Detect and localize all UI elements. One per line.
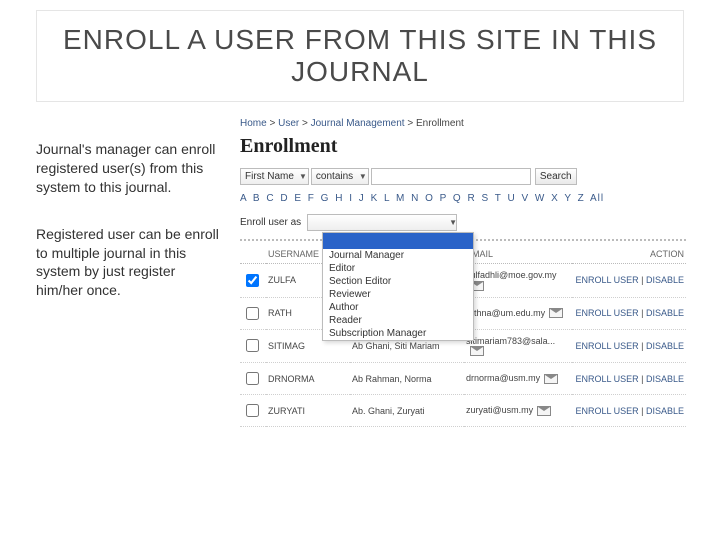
cell-email: drnorma@usm.my xyxy=(464,363,572,395)
mail-icon[interactable] xyxy=(549,308,563,318)
role-option[interactable]: Author xyxy=(323,301,473,314)
row-checkbox[interactable] xyxy=(246,307,259,320)
col-email: EMAIL xyxy=(464,245,572,264)
slide-title: ENROLL A USER FROM THIS SITE IN THIS JOU… xyxy=(37,24,683,88)
enroll-user-link[interactable]: ENROLL USER xyxy=(575,374,638,384)
page-title: Enrollment xyxy=(240,135,686,158)
cell-actions: ENROLL USER | DISABLE xyxy=(572,329,686,363)
cell-actions: ENROLL USER | DISABLE xyxy=(572,264,686,298)
cell-actions: ENROLL USER | DISABLE xyxy=(572,297,686,329)
row-checkbox[interactable] xyxy=(246,274,259,287)
search-input[interactable] xyxy=(371,168,531,185)
role-option-selected-empty[interactable] xyxy=(323,233,473,249)
cell-username: ZURYATI xyxy=(266,395,350,427)
role-option[interactable]: Journal Manager xyxy=(323,249,473,262)
disable-user-link[interactable]: DISABLE xyxy=(646,275,684,285)
disable-user-link[interactable]: DISABLE xyxy=(646,341,684,351)
mail-icon[interactable] xyxy=(470,346,484,356)
cell-username: DRNORMA xyxy=(266,363,350,395)
col-check xyxy=(240,245,266,264)
breadcrumb: Home > User > Journal Management > Enrol… xyxy=(240,118,686,129)
row-checkbox[interactable] xyxy=(246,372,259,385)
crumb-journal-management[interactable]: Journal Management xyxy=(311,118,405,129)
crumb-current: Enrollment xyxy=(416,118,464,129)
table-row: ZURYATIAb. Ghani, Zuryatizuryati@usm.myE… xyxy=(240,395,686,427)
role-option[interactable]: Section Editor xyxy=(323,275,473,288)
cell-email: rathna@um.edu.my xyxy=(464,297,572,329)
enroll-user-link[interactable]: ENROLL USER xyxy=(575,341,638,351)
enroll-as-row: Enroll user as ▼ Journal Manager Editor … xyxy=(240,214,686,231)
role-select[interactable] xyxy=(307,214,457,231)
search-op-select[interactable]: contains xyxy=(311,168,369,185)
slide-explanation: Journal's manager can enroll registered … xyxy=(36,140,221,328)
enroll-user-link[interactable]: ENROLL USER xyxy=(575,406,638,416)
alpha-filter[interactable]: A B C D E F G H I J K L M N O P Q R S T … xyxy=(240,193,686,204)
disable-user-link[interactable]: DISABLE xyxy=(646,308,684,318)
crumb-user[interactable]: User xyxy=(278,118,299,129)
role-option[interactable]: Reviewer xyxy=(323,288,473,301)
cell-email: sitimariam783@sala... xyxy=(464,329,572,363)
search-bar: First Name▼ contains▼ Search xyxy=(240,168,686,185)
enroll-as-label: Enroll user as xyxy=(240,217,301,228)
disable-user-link[interactable]: DISABLE xyxy=(646,374,684,384)
explanation-p1: Journal's manager can enroll registered … xyxy=(36,140,221,197)
app-screenshot: Home > User > Journal Management > Enrol… xyxy=(240,118,686,427)
role-option[interactable]: Editor xyxy=(323,262,473,275)
explanation-p2: Registered user can be enroll to multipl… xyxy=(36,225,221,301)
cell-name: Ab. Ghani, Zuryati xyxy=(350,395,464,427)
enroll-user-link[interactable]: ENROLL USER xyxy=(575,275,638,285)
mail-icon[interactable] xyxy=(537,406,551,416)
role-option[interactable]: Subscription Manager xyxy=(323,327,473,340)
enroll-user-link[interactable]: ENROLL USER xyxy=(575,308,638,318)
crumb-home[interactable]: Home xyxy=(240,118,267,129)
row-checkbox[interactable] xyxy=(246,339,259,352)
row-checkbox[interactable] xyxy=(246,404,259,417)
col-action: ACTION xyxy=(572,245,686,264)
search-field-select[interactable]: First Name xyxy=(240,168,309,185)
cell-name: Ab Rahman, Norma xyxy=(350,363,464,395)
search-button[interactable]: Search xyxy=(535,168,577,185)
cell-email: zuryati@usm.my xyxy=(464,395,572,427)
cell-actions: ENROLL USER | DISABLE xyxy=(572,363,686,395)
disable-user-link[interactable]: DISABLE xyxy=(646,406,684,416)
role-option[interactable]: Reader xyxy=(323,314,473,327)
table-row: DRNORMAAb Rahman, Normadrnorma@usm.myENR… xyxy=(240,363,686,395)
cell-email: zulfadhli@moe.gov.my xyxy=(464,264,572,298)
cell-actions: ENROLL USER | DISABLE xyxy=(572,395,686,427)
mail-icon[interactable] xyxy=(544,374,558,384)
slide-title-box: ENROLL A USER FROM THIS SITE IN THIS JOU… xyxy=(36,10,684,102)
role-dropdown-open: Journal Manager Editor Section Editor Re… xyxy=(322,232,474,341)
